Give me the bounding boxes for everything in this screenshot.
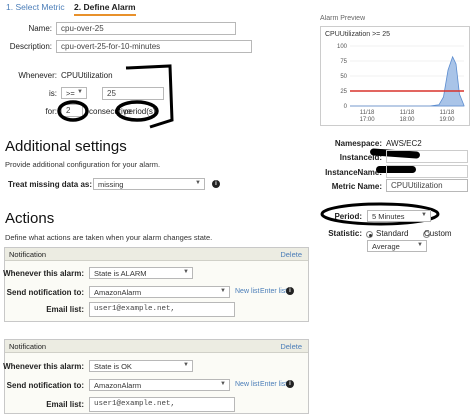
enter-list-link[interactable]: Enter list xyxy=(260,288,287,295)
enter-list-link[interactable]: Enter list xyxy=(260,381,287,388)
chart-title: CPUUtilization >= 25 xyxy=(325,31,390,38)
statistic-select[interactable]: Average ▼ xyxy=(367,240,427,252)
metric-name-field: CPUUtilization xyxy=(386,179,468,192)
y-tick-label: 50 xyxy=(340,74,347,80)
instanceid-field xyxy=(386,150,468,163)
period-label: Period: xyxy=(334,212,362,221)
series-area xyxy=(350,55,465,107)
topic-select[interactable]: AmazonAlarm ▼ xyxy=(89,379,230,391)
preview-header: Alarm Preview xyxy=(320,15,366,21)
instanceid-label: InstanceId: xyxy=(339,153,382,162)
send-notification-label: Send notification to: xyxy=(6,288,84,297)
info-icon[interactable]: i xyxy=(212,180,220,188)
period-select[interactable]: 5 Minutes ▼ xyxy=(367,210,431,222)
chevron-down-icon: ▼ xyxy=(421,212,427,218)
state-label: Whenever this alarm: xyxy=(3,269,84,278)
additional-settings-subtitle: Provide additional configuration for you… xyxy=(5,160,161,169)
y-tick-label: 100 xyxy=(337,44,348,50)
send-notification-label: Send notification to: xyxy=(6,381,84,390)
email-list-textarea[interactable]: user1@example.net, xyxy=(89,397,235,412)
state-label: Whenever this alarm: xyxy=(3,362,84,371)
alarm-state-select[interactable]: State is ALARM ▼ xyxy=(89,267,193,279)
new-list-link[interactable]: New list xyxy=(235,381,260,388)
chevron-down-icon: ▼ xyxy=(195,180,201,186)
x-tick-label: 18:00 xyxy=(399,117,415,123)
chevron-down-icon: ▼ xyxy=(183,269,189,275)
missing-data-label: Treat missing data as: xyxy=(8,180,93,189)
info-icon[interactable]: i xyxy=(286,380,294,388)
email-list-label: Email list: xyxy=(46,305,84,314)
chevron-down-icon: ▼ xyxy=(183,362,189,368)
email-list-textarea[interactable]: user1@example.net, xyxy=(89,302,235,317)
new-list-link[interactable]: New list xyxy=(235,288,260,295)
delete-notification-link[interactable]: Delete xyxy=(280,342,302,351)
notification-header: Notification Delete xyxy=(5,248,308,261)
statistic-standard-label: Standard xyxy=(376,229,409,238)
chevron-down-icon: ▼ xyxy=(220,288,226,294)
x-tick-label: 11/18 xyxy=(440,110,455,116)
x-tick-label: 11/18 xyxy=(360,110,375,116)
actions-subtitle: Define what actions are taken when your … xyxy=(5,233,213,242)
alarm-preview-chart: 025507510011/1817:0011/1818:0011/1819:00 xyxy=(337,44,465,123)
additional-settings-title: Additional settings xyxy=(5,138,127,155)
info-icon[interactable]: i xyxy=(286,287,294,295)
topic-select[interactable]: AmazonAlarm ▼ xyxy=(89,286,230,298)
x-tick-label: 11/18 xyxy=(400,110,415,116)
notification-header: Notification Delete xyxy=(5,340,308,353)
email-list-label: Email list: xyxy=(46,400,84,409)
alarm-state-select[interactable]: State is OK ▼ xyxy=(89,360,193,372)
x-tick-label: 19:00 xyxy=(439,117,455,123)
y-tick-label: 25 xyxy=(340,89,347,95)
statistic-label: Statistic: xyxy=(328,229,362,238)
instancename-label: InstanceName: xyxy=(325,168,382,177)
y-tick-label: 0 xyxy=(344,104,348,110)
instancename-field xyxy=(386,165,468,178)
chevron-down-icon: ▼ xyxy=(220,381,226,387)
x-tick-label: 17:00 xyxy=(360,117,376,123)
namespace-label: Namespace: xyxy=(334,139,382,148)
namespace-value: AWS/EC2 xyxy=(386,139,422,148)
y-tick-label: 75 xyxy=(340,59,347,65)
chevron-down-icon: ▼ xyxy=(417,242,423,248)
statistic-custom-label: Custom xyxy=(424,229,452,238)
metric-name-label: Metric Name: xyxy=(331,182,382,191)
delete-notification-link[interactable]: Delete xyxy=(280,250,302,259)
missing-data-select[interactable]: missing ▼ xyxy=(93,178,205,190)
actions-title: Actions xyxy=(5,210,55,227)
